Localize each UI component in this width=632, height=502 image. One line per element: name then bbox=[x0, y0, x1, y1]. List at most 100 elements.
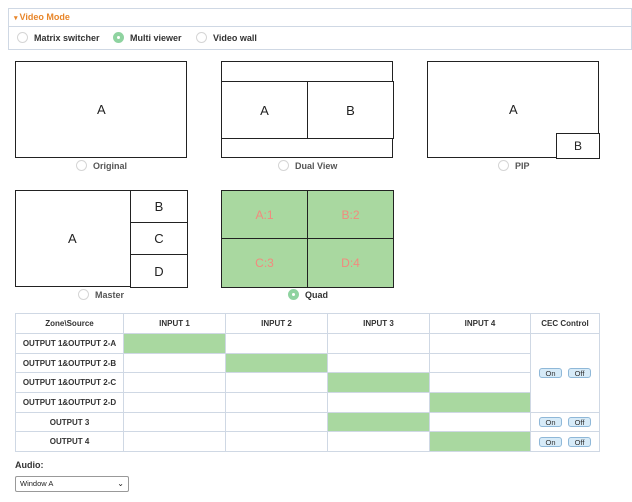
cec-off-button[interactable]: Off bbox=[568, 367, 591, 378]
route-cell[interactable] bbox=[429, 372, 531, 394]
route-cell[interactable] bbox=[327, 431, 430, 453]
route-cell[interactable] bbox=[327, 333, 430, 354]
table-row: OUTPUT 3 On Off bbox=[15, 411, 600, 433]
route-cell-active[interactable] bbox=[327, 411, 430, 433]
zone-label: OUTPUT 1&OUTPUT 2-B bbox=[15, 352, 124, 374]
cec-off-button[interactable]: Off bbox=[568, 417, 591, 428]
route-cell[interactable] bbox=[429, 411, 531, 433]
cec-control-cell: On Off bbox=[530, 431, 600, 453]
route-cell[interactable] bbox=[123, 352, 226, 374]
column-header-input-4: INPUT 4 bbox=[429, 313, 531, 334]
column-header-input-2: INPUT 2 bbox=[225, 313, 328, 334]
route-cell[interactable] bbox=[429, 333, 531, 354]
route-cell-active[interactable] bbox=[429, 392, 531, 413]
radio-icon[interactable] bbox=[76, 160, 87, 172]
mode-multi-viewer[interactable]: Multi viewer bbox=[113, 32, 182, 44]
layout-pip-option[interactable]: PIP bbox=[498, 160, 530, 172]
cell-label: A bbox=[97, 102, 106, 117]
layout-master-preview[interactable]: A B C D bbox=[15, 190, 188, 288]
master-cell-d: D bbox=[130, 254, 188, 288]
collapse-caret-icon: ▾ bbox=[14, 15, 18, 22]
zone-label: OUTPUT 1&OUTPUT 2-C bbox=[15, 372, 124, 394]
layout-label: Original bbox=[93, 161, 128, 171]
radio-icon[interactable] bbox=[78, 289, 89, 301]
cec-off-button[interactable]: Off bbox=[568, 436, 591, 447]
radio-icon[interactable] bbox=[498, 160, 509, 172]
zone-label: OUTPUT 1&OUTPUT 2-D bbox=[15, 392, 124, 413]
layout-quad-option[interactable]: Quad bbox=[288, 289, 329, 301]
quad-cell-a1: A:1 bbox=[221, 190, 308, 239]
table-row: OUTPUT 1&OUTPUT 2-B bbox=[15, 352, 600, 374]
audio-window-select[interactable]: Window A ⌄ bbox=[15, 476, 129, 492]
layout-quad-preview[interactable]: A:1 B:2 C:3 D:4 bbox=[221, 190, 394, 288]
route-cell[interactable] bbox=[225, 431, 328, 453]
panel-title: ▾ Video Mode bbox=[14, 12, 70, 22]
cell-label: A bbox=[68, 231, 77, 246]
cec-control-cell: On Off bbox=[530, 411, 600, 433]
audio-label: Audio: bbox=[15, 460, 44, 470]
route-cell[interactable] bbox=[225, 411, 328, 433]
route-cell[interactable] bbox=[327, 392, 430, 413]
panel-title-text: Video Mode bbox=[19, 12, 70, 22]
radio-icon[interactable] bbox=[278, 160, 289, 172]
route-cell[interactable] bbox=[225, 392, 328, 413]
table-header-row: Zone\Source INPUT 1 INPUT 2 INPUT 3 INPU… bbox=[15, 313, 600, 334]
cec-control-cell: On Off bbox=[530, 333, 600, 413]
cell-label: A bbox=[509, 102, 518, 117]
radio-checked-icon[interactable] bbox=[288, 289, 299, 301]
zone-label: OUTPUT 3 bbox=[15, 411, 124, 433]
video-mode-panel-header[interactable]: ▾ Video Mode bbox=[8, 8, 632, 26]
quad-cell-b2: B:2 bbox=[307, 190, 394, 239]
dual-cell-b: B bbox=[307, 81, 394, 139]
layout-original-preview[interactable]: A bbox=[15, 61, 187, 158]
cec-on-button[interactable]: On bbox=[539, 436, 562, 447]
layout-pip-preview[interactable]: A B bbox=[427, 61, 600, 159]
route-cell[interactable] bbox=[123, 431, 226, 453]
chevron-down-icon: ⌄ bbox=[117, 479, 124, 488]
audio-select-value: Window A bbox=[20, 479, 54, 488]
radio-checked-icon[interactable] bbox=[113, 32, 124, 44]
mode-matrix-switcher[interactable]: Matrix switcher bbox=[17, 32, 100, 44]
master-cell-b: B bbox=[130, 190, 188, 223]
layout-label: PIP bbox=[515, 161, 530, 171]
route-cell-active[interactable] bbox=[429, 431, 531, 453]
master-cell-c: C bbox=[130, 222, 188, 255]
routing-matrix-table: Zone\Source INPUT 1 INPUT 2 INPUT 3 INPU… bbox=[15, 313, 600, 453]
mode-label: Matrix switcher bbox=[34, 33, 100, 43]
radio-icon[interactable] bbox=[17, 32, 28, 44]
table-row: OUTPUT 1&OUTPUT 2-D bbox=[15, 392, 600, 413]
route-cell[interactable] bbox=[225, 333, 328, 354]
column-header-input-3: INPUT 3 bbox=[327, 313, 430, 334]
layout-dual-view-preview[interactable]: A B bbox=[221, 61, 394, 158]
mode-video-wall[interactable]: Video wall bbox=[196, 32, 257, 44]
layout-dual-view-option[interactable]: Dual View bbox=[278, 160, 338, 172]
route-cell[interactable] bbox=[327, 352, 430, 374]
route-cell-active[interactable] bbox=[225, 352, 328, 374]
radio-icon[interactable] bbox=[196, 32, 207, 44]
route-cell[interactable] bbox=[225, 372, 328, 394]
route-cell-active[interactable] bbox=[327, 372, 430, 394]
layout-label: Quad bbox=[305, 290, 329, 300]
layout-master-option[interactable]: Master bbox=[78, 289, 125, 301]
cec-on-button[interactable]: On bbox=[539, 367, 562, 378]
route-cell[interactable] bbox=[429, 352, 531, 374]
table-row: OUTPUT 1&OUTPUT 2-C bbox=[15, 372, 600, 394]
route-cell[interactable] bbox=[123, 411, 226, 433]
table-row: OUTPUT 4 On Off bbox=[15, 431, 600, 453]
layout-original-option[interactable]: Original bbox=[76, 160, 128, 172]
cec-on-button[interactable]: On bbox=[539, 417, 562, 428]
route-cell[interactable] bbox=[123, 372, 226, 394]
quad-cell-c3: C:3 bbox=[221, 238, 308, 288]
route-cell-active[interactable] bbox=[123, 333, 226, 354]
column-header-input-1: INPUT 1 bbox=[123, 313, 226, 334]
layout-label: Master bbox=[95, 290, 125, 300]
column-header-zone: Zone\Source bbox=[15, 313, 124, 334]
zone-label: OUTPUT 1&OUTPUT 2-A bbox=[15, 333, 124, 354]
mode-label: Multi viewer bbox=[130, 33, 182, 43]
quad-cell-d4: D:4 bbox=[307, 238, 394, 288]
pip-cell-b: B bbox=[556, 133, 600, 159]
layout-label: Dual View bbox=[295, 161, 338, 171]
dual-cell-a: A bbox=[221, 81, 308, 139]
route-cell[interactable] bbox=[123, 392, 226, 413]
mode-label: Video wall bbox=[213, 33, 257, 43]
